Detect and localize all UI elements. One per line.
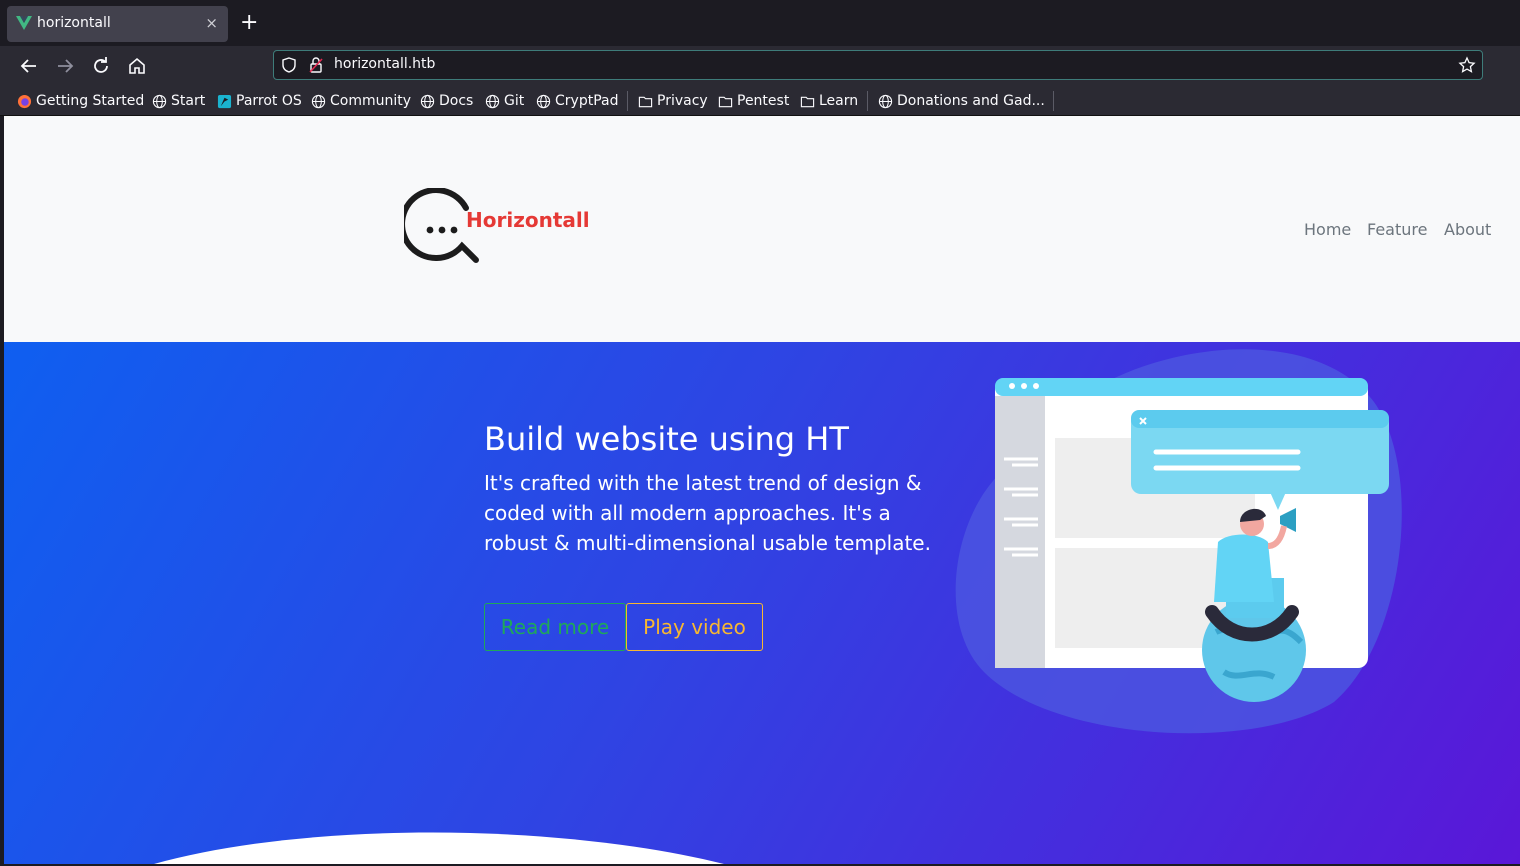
home-button[interactable] — [125, 54, 149, 78]
nav-feature[interactable]: Feature — [1367, 220, 1427, 239]
url-text[interactable]: horizontall.htb — [334, 56, 435, 72]
bookmark-label: Parrot OS — [236, 93, 302, 109]
new-tab-button[interactable]: + — [240, 10, 258, 36]
globe-icon — [420, 94, 435, 108]
folder-icon — [800, 96, 815, 107]
bookmark-star-icon[interactable] — [1458, 56, 1476, 74]
site-header: Horizontall Home Feature About — [4, 116, 1520, 342]
bookmark-label: Start — [171, 93, 206, 109]
bookmark-label: Docs — [439, 93, 474, 109]
bookmark-donations[interactable]: Donations and Gad... — [878, 92, 1045, 110]
bookmark-start[interactable]: Start — [152, 92, 205, 110]
bookmark-label: CryptPad — [555, 93, 619, 109]
bookmark-getting-started[interactable]: Getting Started — [17, 92, 144, 110]
marketing-illustration — [955, 349, 1402, 734]
read-more-button[interactable]: Read more — [484, 603, 626, 651]
bookmark-label: Getting Started — [36, 93, 145, 109]
hero-description: It's crafted with the latest trend of de… — [484, 471, 931, 555]
back-button[interactable] — [17, 54, 41, 78]
page-content: Horizontall Home Feature About Build web… — [4, 116, 1520, 864]
bookmark-label: Learn — [819, 93, 859, 109]
bookmark-separator — [627, 91, 628, 111]
tab-horizontall[interactable]: horizontall × — [7, 6, 228, 42]
hero-section: Build website using HT It's crafted with… — [4, 342, 1520, 864]
globe-icon — [536, 94, 551, 108]
browser-window: horizontall × + horizontall.htb Getting … — [0, 0, 1520, 866]
globe-icon — [311, 94, 326, 108]
shield-icon[interactable] — [280, 56, 298, 74]
bookmark-folder-pentest[interactable]: Pentest — [718, 92, 789, 110]
bookmark-folder-learn[interactable]: Learn — [800, 92, 858, 110]
play-video-button[interactable]: Play video — [626, 603, 763, 651]
firefox-icon — [17, 94, 32, 108]
bookmark-label: Git — [504, 93, 525, 109]
globe-icon — [878, 94, 893, 108]
bookmark-label: Donations and Gad... — [897, 93, 1045, 109]
bookmark-folder-privacy[interactable]: Privacy — [638, 92, 708, 110]
globe-icon — [485, 94, 500, 108]
bookmark-separator — [1053, 91, 1054, 111]
reload-icon — [94, 57, 108, 73]
parrot-icon — [217, 94, 232, 108]
arrow-right-icon — [58, 59, 74, 73]
bookmarks-toolbar: Getting Started Start Parrot OS Communit… — [0, 86, 1520, 116]
home-icon — [129, 57, 145, 74]
bookmark-docs[interactable]: Docs — [420, 92, 473, 110]
tab-strip: horizontall × + — [0, 0, 1520, 46]
url-bar[interactable]: horizontall.htb — [273, 50, 1483, 80]
tab-title: horizontall — [37, 15, 111, 31]
vue-favicon-icon — [16, 16, 32, 30]
navigation-bar: horizontall.htb — [0, 46, 1520, 86]
bookmark-parrot-os[interactable]: Parrot OS — [217, 92, 302, 110]
forward-button[interactable] — [53, 54, 77, 78]
bookmark-cryptpad[interactable]: CryptPad — [536, 92, 618, 110]
tab-close-icon[interactable]: × — [205, 14, 218, 32]
site-logo-text[interactable]: Horizontall — [466, 208, 590, 232]
bookmark-git[interactable]: Git — [485, 92, 524, 110]
bookmark-community[interactable]: Community — [311, 92, 411, 110]
folder-icon — [718, 96, 733, 107]
reload-button[interactable] — [89, 54, 113, 78]
nav-home[interactable]: Home — [1304, 220, 1351, 239]
bookmark-label: Pentest — [737, 93, 790, 109]
insecure-lock-icon[interactable] — [307, 56, 325, 74]
nav-about[interactable]: About — [1444, 220, 1491, 239]
globe-icon — [152, 94, 167, 108]
bookmark-label: Community — [330, 93, 412, 109]
bookmark-label: Privacy — [657, 93, 708, 109]
hero-title: Build website using HT — [484, 420, 849, 458]
arrow-left-icon — [20, 59, 36, 73]
folder-icon — [638, 96, 653, 107]
bookmark-separator — [867, 91, 868, 111]
